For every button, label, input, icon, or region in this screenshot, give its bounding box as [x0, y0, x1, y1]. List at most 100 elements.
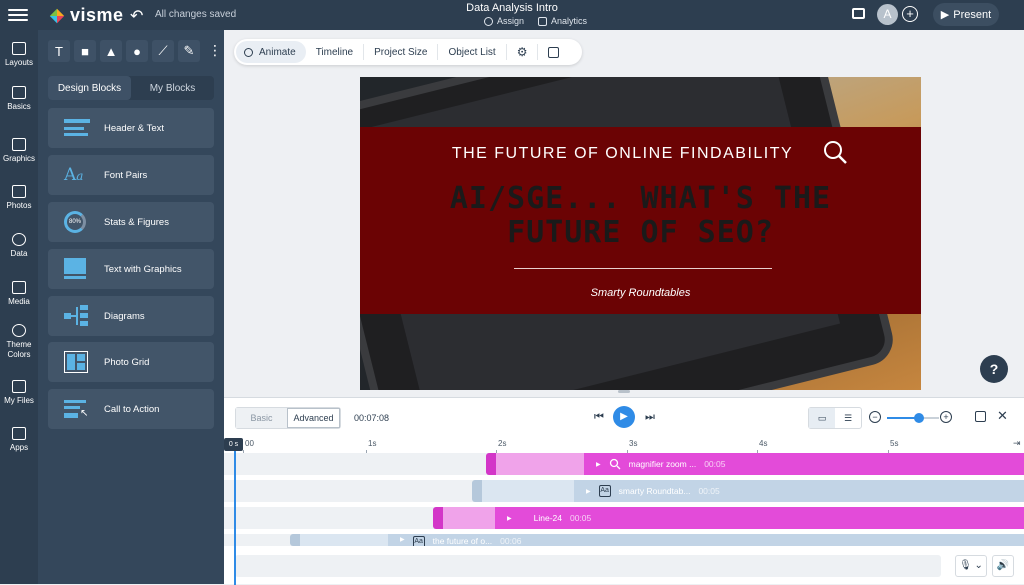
- speaker-icon[interactable]: 🔊: [992, 555, 1014, 577]
- rail-item-media[interactable]: Media: [0, 281, 38, 307]
- track-duration: 00:05: [698, 486, 720, 496]
- mode-basic[interactable]: Basic: [236, 408, 287, 428]
- project-size-button[interactable]: Project Size: [364, 44, 439, 60]
- line-tool-icon[interactable]: ⟋: [152, 40, 174, 62]
- ruler-tick: 1s: [365, 439, 377, 454]
- slide-headline[interactable]: AI/SGE... WHAT'S THE FUTURE OF SEO?: [360, 182, 921, 250]
- menu-icon[interactable]: [8, 6, 28, 24]
- slide-canvas[interactable]: THE FUTURE OF ONLINE FINDABILITY AI/SGE.…: [360, 77, 921, 390]
- track-duration: 00:06: [500, 536, 522, 546]
- zoom-slider-knob[interactable]: [914, 413, 925, 423]
- text-element-icon: Aa: [412, 536, 425, 546]
- track-smarty-roundtables[interactable]: ▶ Aa smarty Roundtab... 00:05: [472, 480, 1024, 502]
- rail-item-basics[interactable]: Basics: [0, 86, 38, 112]
- rail-item-graphics[interactable]: Graphics: [0, 138, 38, 164]
- block-font-pairs[interactable]: Aa Font Pairs: [48, 155, 214, 195]
- slide-author[interactable]: Smarty Roundtables: [360, 287, 921, 299]
- animate-label: Animate: [259, 46, 296, 58]
- voiceover-track[interactable]: [235, 555, 941, 577]
- stats-percent: 80%: [64, 211, 86, 233]
- screen-view-icon[interactable]: ▭: [809, 408, 835, 428]
- block-label: Photo Grid: [104, 356, 150, 368]
- export-icon[interactable]: [975, 411, 986, 422]
- skip-forward-icon[interactable]: ⏭: [645, 411, 655, 424]
- ruler-tick: 4s: [756, 439, 768, 454]
- play-button[interactable]: ▶: [613, 406, 635, 428]
- avatar[interactable]: A: [877, 4, 898, 25]
- analytics-link[interactable]: Analytics: [538, 16, 587, 26]
- text-tool-icon[interactable]: T: [48, 40, 70, 62]
- visme-logo[interactable]: visme: [48, 5, 124, 26]
- track-handle[interactable]: [486, 453, 496, 475]
- track-the-future-of[interactable]: ▶ Aa the future of o... 00:06: [290, 534, 1024, 546]
- block-header-text[interactable]: Header & Text: [48, 108, 214, 148]
- zoom-in-icon[interactable]: +: [940, 411, 952, 423]
- rail-label: Photos: [6, 201, 32, 210]
- apps-grid-icon: [12, 427, 26, 440]
- call-to-action-icon: ↖: [64, 398, 90, 420]
- rail-item-layouts[interactable]: Layouts: [0, 42, 38, 68]
- track-handle[interactable]: [472, 480, 482, 502]
- time-ruler[interactable]: 00 1s 2s 3s 4s 5s ⇥: [224, 438, 1024, 454]
- playhead[interactable]: [234, 439, 236, 585]
- assign-link[interactable]: Assign: [484, 16, 524, 26]
- more-tools-icon[interactable]: ⋮: [208, 42, 222, 59]
- block-text-with-graphics[interactable]: Text with Graphics: [48, 249, 214, 289]
- settings-gear-icon[interactable]: ⚙: [507, 44, 539, 60]
- rectangle-tool-icon[interactable]: ■: [74, 40, 96, 62]
- palette-icon: [12, 324, 26, 337]
- help-button[interactable]: ?: [980, 355, 1008, 383]
- close-icon[interactable]: ✕: [997, 408, 1008, 424]
- circle-tool-icon[interactable]: ●: [126, 40, 148, 62]
- skip-back-icon[interactable]: ⏮: [594, 411, 604, 424]
- rail-label: Apps: [9, 443, 29, 452]
- track-duration: 00:05: [569, 513, 592, 523]
- animate-button[interactable]: Animate: [236, 41, 306, 63]
- document-title[interactable]: Data Analysis Intro: [0, 2, 1024, 14]
- timeline-resize-handle[interactable]: [618, 390, 630, 393]
- rail-item-data[interactable]: Data: [0, 233, 38, 259]
- mode-advanced[interactable]: Advanced: [287, 408, 340, 428]
- block-stats-figures[interactable]: 80% Stats & Figures: [48, 202, 214, 242]
- track-handle[interactable]: [290, 534, 300, 546]
- panel-tabs: Design Blocks My Blocks: [48, 76, 214, 100]
- text-graphics-icon: [64, 258, 90, 280]
- rail-item-apps[interactable]: Apps: [0, 427, 38, 453]
- tab-my-blocks[interactable]: My Blocks: [131, 76, 214, 100]
- track-line-24[interactable]: ▶ Line-24 00:05: [433, 507, 1024, 529]
- zoom-out-icon[interactable]: −: [869, 411, 881, 423]
- divider-line[interactable]: [514, 268, 772, 269]
- block-photo-grid[interactable]: Photo Grid: [48, 342, 214, 382]
- add-collaborator-icon[interactable]: +: [902, 6, 918, 22]
- rail-label: Theme Colors: [6, 340, 32, 359]
- triangle-tool-icon[interactable]: ▲: [100, 40, 122, 62]
- present-button[interactable]: ▶ Present: [933, 3, 999, 26]
- total-duration: 00:07:08: [354, 413, 390, 423]
- track-handle[interactable]: [433, 507, 443, 529]
- analytics-icon: [538, 16, 548, 26]
- comments-icon[interactable]: [852, 8, 865, 19]
- editor-toolbar: Animate Timeline Project Size Object Lis…: [234, 39, 582, 65]
- track-magnifier[interactable]: ▶ magnifier zoom ... 00:05: [486, 453, 1024, 475]
- object-list-button[interactable]: Object List: [438, 44, 507, 60]
- block-diagrams[interactable]: Diagrams: [48, 296, 214, 336]
- microphone-icon[interactable]: 🎙 ⌄: [955, 555, 987, 577]
- rail-item-my-files[interactable]: My Files: [0, 380, 38, 406]
- track-label: the future of o...: [432, 536, 493, 546]
- zoom-slider[interactable]: [887, 413, 939, 423]
- magnifier-icon[interactable]: [822, 139, 848, 165]
- rail-item-photos[interactable]: Photos: [0, 185, 38, 211]
- pie-chart-icon: [12, 233, 26, 246]
- layers-view-icon[interactable]: ☰: [835, 408, 861, 428]
- preview-search-icon[interactable]: [538, 44, 569, 60]
- timeline-button[interactable]: Timeline: [306, 44, 365, 60]
- playhead-label[interactable]: 0 s: [224, 438, 243, 451]
- undo-icon[interactable]: ↶: [130, 6, 143, 26]
- title-banner[interactable]: THE FUTURE OF ONLINE FINDABILITY AI/SGE.…: [360, 127, 921, 314]
- pen-tool-icon[interactable]: ✎: [178, 40, 200, 62]
- rail-item-theme-colors[interactable]: Theme Colors: [0, 324, 38, 360]
- block-call-to-action[interactable]: ↖ Call to Action: [48, 389, 214, 429]
- tab-design-blocks[interactable]: Design Blocks: [48, 76, 131, 100]
- basics-icon: [12, 86, 26, 99]
- logo-text: visme: [70, 5, 124, 25]
